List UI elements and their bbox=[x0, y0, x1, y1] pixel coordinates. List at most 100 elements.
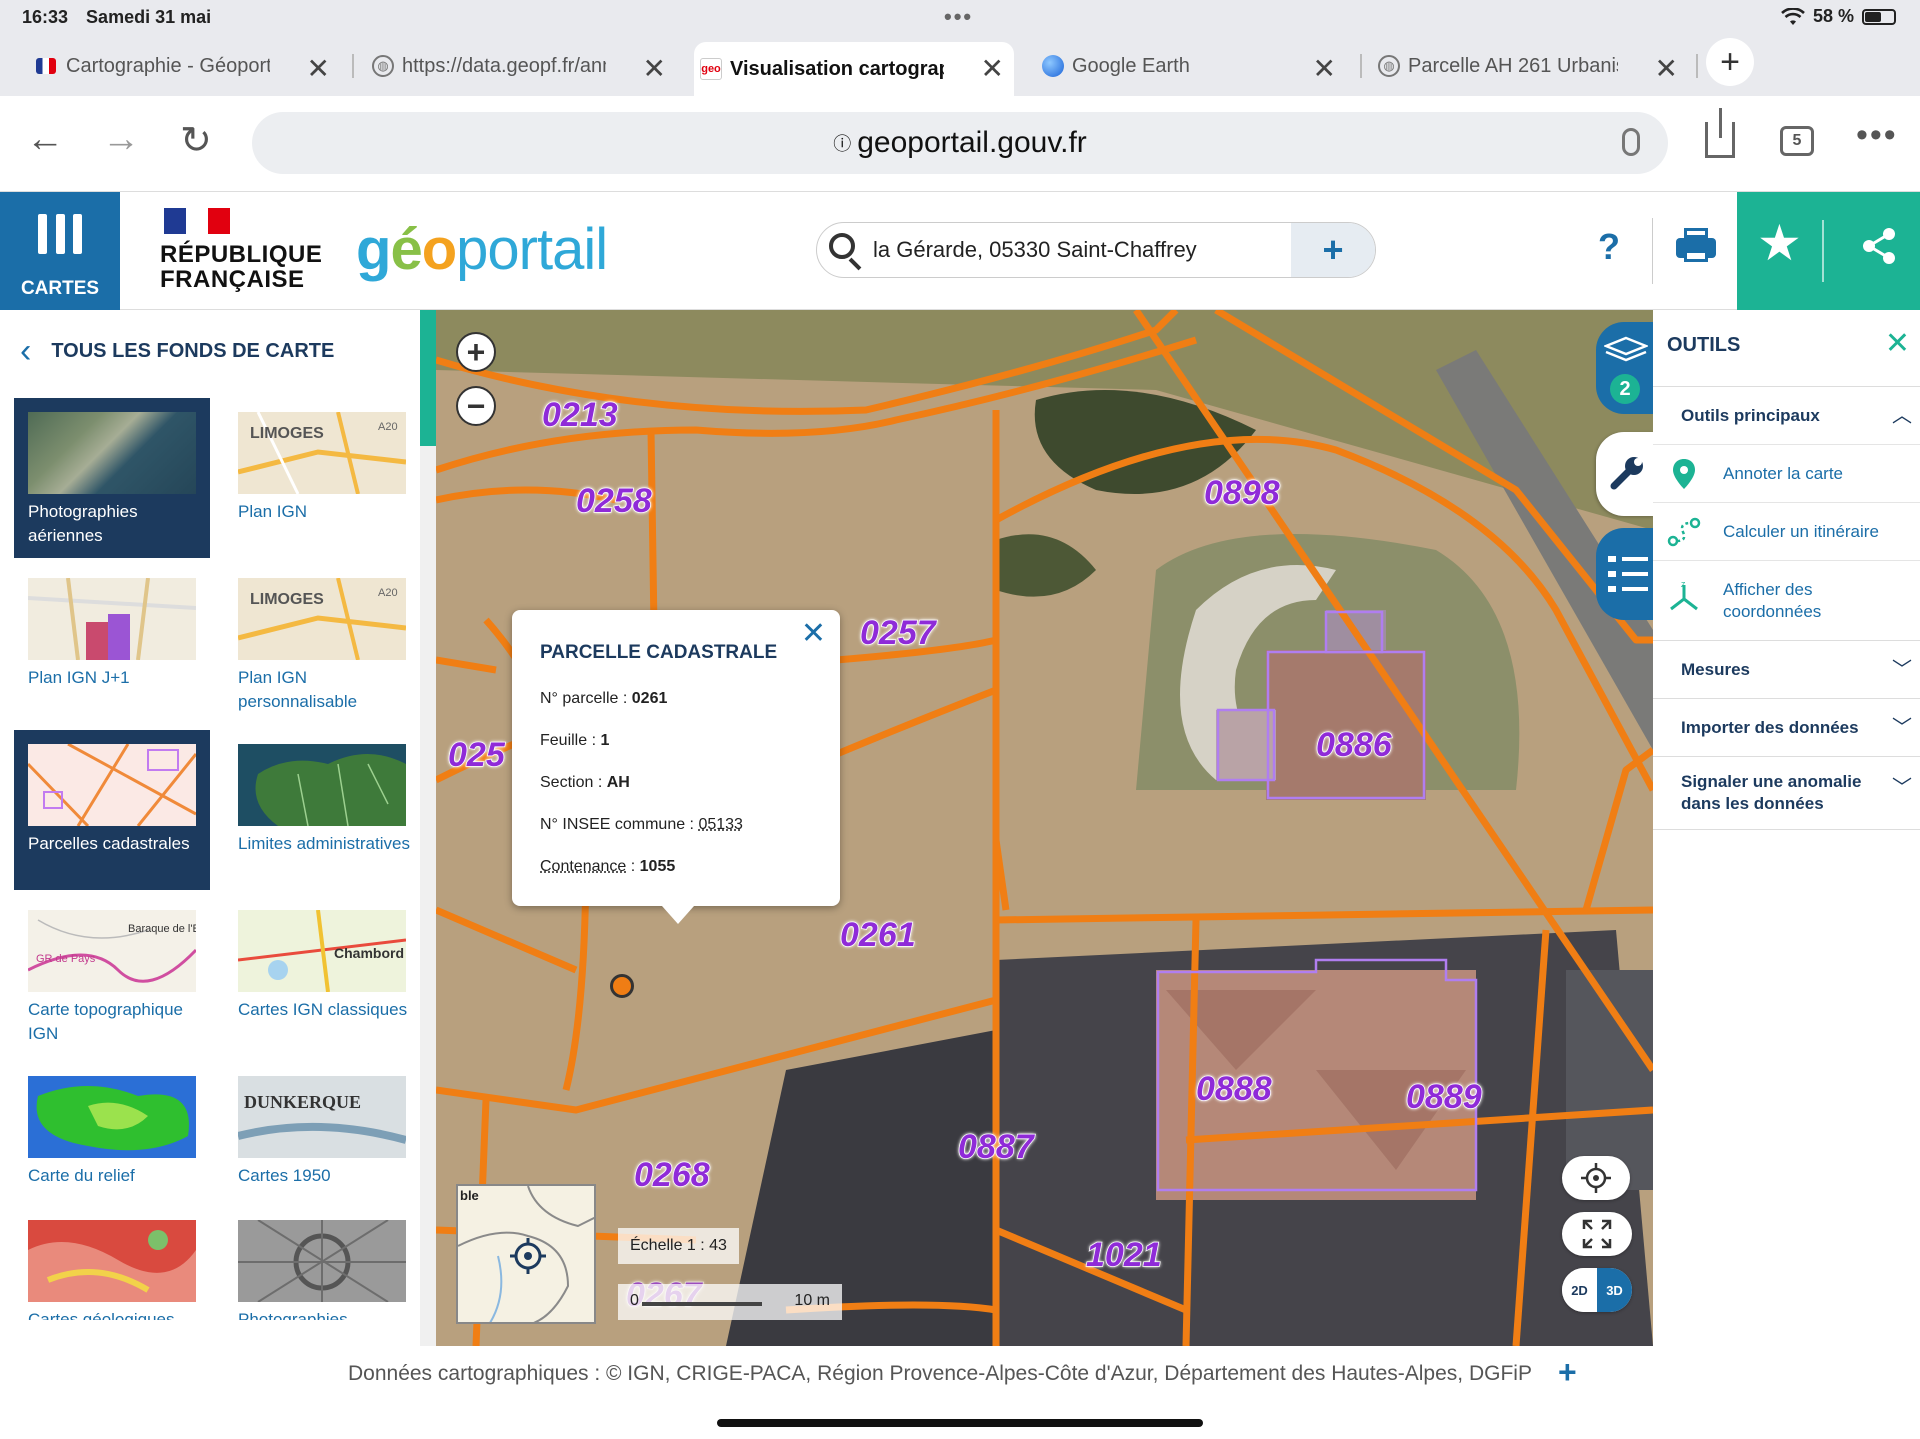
chevron-left-icon: ‹ bbox=[20, 332, 32, 370]
tools-tab[interactable] bbox=[1596, 432, 1654, 516]
parcel-label[interactable]: 0261 bbox=[839, 915, 916, 955]
basemap-tile-plan-ign[interactable]: LIMOGES A20 Plan IGN bbox=[224, 398, 420, 558]
forward-arrow-icon[interactable]: → bbox=[102, 118, 140, 161]
basemap-tile-photographies[interactable]: Photographies aériennes bbox=[14, 398, 210, 558]
section-mesures[interactable]: Mesures ﹀ bbox=[1653, 640, 1920, 698]
expand-icon bbox=[1582, 1219, 1612, 1249]
overview-minimap[interactable]: ble bbox=[456, 1184, 596, 1324]
print-icon[interactable] bbox=[1676, 228, 1716, 262]
tab-title: Google Earth bbox=[1072, 54, 1190, 77]
row-label: Feuille : bbox=[540, 732, 601, 749]
chevron-down-icon: ﹀ bbox=[1892, 717, 1912, 739]
expand-attribution-button[interactable]: + bbox=[1558, 1354, 1577, 1391]
site-info-icon[interactable]: ⓘ bbox=[833, 130, 851, 156]
section-importer-donnees[interactable]: Importer des données ﹀ bbox=[1653, 698, 1920, 756]
tool-label: Calculer un itinéraire bbox=[1723, 522, 1879, 541]
legend-tab[interactable] bbox=[1596, 528, 1654, 620]
basemap-tile-cartes-classiques[interactable]: Chambord Cartes IGN classiques bbox=[224, 896, 420, 1056]
tile-label: Carte topographique IGN bbox=[28, 1000, 184, 1043]
tab-cartographie[interactable]: Cartographie - Géoportail ✕ bbox=[30, 42, 340, 90]
tab-google-earth[interactable]: Google Earth ✕ bbox=[1036, 42, 1346, 90]
wrench-icon bbox=[1610, 457, 1643, 490]
parcel-label[interactable]: 0257 bbox=[859, 613, 936, 653]
basemap-tile-limites[interactable]: Limites administratives bbox=[224, 730, 420, 890]
new-tab-button[interactable]: + bbox=[1706, 38, 1754, 86]
reload-icon[interactable]: ↻ bbox=[180, 118, 212, 163]
multitasking-dots-icon[interactable]: ••• bbox=[944, 4, 973, 30]
maps-1950-thumbnail: DUNKERQUE bbox=[238, 1076, 406, 1158]
share-nodes-icon[interactable] bbox=[1859, 226, 1899, 266]
tab-data-geopf[interactable]: ◍ https://data.geopf.fr/annexes ✕ bbox=[366, 42, 676, 90]
section-signaler-anomalie[interactable]: Signaler une anomalie dans les données ﹀ bbox=[1653, 756, 1920, 830]
panel-scrollbar[interactable] bbox=[420, 310, 436, 1346]
help-button[interactable]: ? bbox=[1598, 226, 1620, 268]
tab-parcelle-ah-261[interactable]: ◍ Parcelle AH 261 Urbanisme ✕ bbox=[1372, 42, 1688, 90]
basemap-tile-plan-ign-j1[interactable]: Plan IGN J+1 bbox=[14, 564, 210, 724]
parcel-label[interactable]: 1021 bbox=[1085, 1235, 1162, 1275]
view-2d-3d-toggle[interactable]: 2D 3D bbox=[1562, 1268, 1632, 1312]
parcel-label[interactable]: 0889 bbox=[1405, 1077, 1482, 1117]
map-view[interactable]: 0213 0258 0898 0257 0886 025 0261 0888 0… bbox=[436, 310, 1653, 1346]
close-popup-icon[interactable]: ✕ bbox=[801, 616, 826, 651]
parcel-label[interactable]: 0258 bbox=[575, 481, 652, 521]
contenance-term[interactable]: Contenance bbox=[540, 858, 626, 875]
cartes-menu-button[interactable]: CARTES bbox=[0, 192, 120, 310]
basemap-tile-relief[interactable]: Carte du relief bbox=[14, 1062, 210, 1222]
section-label: Outils principaux bbox=[1681, 406, 1820, 425]
back-arrow-icon[interactable]: ← bbox=[26, 118, 64, 161]
star-icon[interactable]: ★ bbox=[1757, 214, 1802, 272]
parcel-label[interactable]: 0898 bbox=[1203, 473, 1280, 513]
thumb-text: Chambord bbox=[334, 945, 404, 961]
parcel-label[interactable]: 0213 bbox=[541, 395, 618, 435]
republique-line-2: FRANÇAISE bbox=[160, 266, 305, 293]
search-options-plus-button[interactable]: + bbox=[1291, 223, 1375, 277]
tab-visualisation[interactable]: geo Visualisation cartographique ✕ bbox=[694, 42, 1014, 96]
close-tab-icon[interactable]: ✕ bbox=[981, 52, 1004, 85]
home-indicator[interactable] bbox=[717, 1419, 1203, 1427]
scrollbar-thumb[interactable] bbox=[420, 310, 436, 446]
search-icon[interactable] bbox=[829, 233, 855, 259]
zoom-in-button[interactable]: + bbox=[456, 332, 496, 372]
geoportail-logo[interactable]: géoportail bbox=[356, 216, 608, 283]
cadastre-thumbnail bbox=[28, 744, 196, 826]
zoom-out-button[interactable]: − bbox=[456, 386, 496, 426]
map-point-marker[interactable] bbox=[610, 974, 634, 998]
basemap-tile-cartes-1950[interactable]: DUNKERQUE Cartes 1950 bbox=[224, 1062, 420, 1222]
plan-ign-j1-thumbnail bbox=[28, 578, 196, 660]
basemap-tile-topo[interactable]: Baraque de l'Estrade GR de Pays Carte top… bbox=[14, 896, 210, 1056]
address-bar[interactable]: ⓘ geoportail.gouv.fr bbox=[252, 112, 1668, 174]
microphone-icon[interactable] bbox=[1622, 128, 1640, 156]
parcel-label[interactable]: 0268 bbox=[633, 1155, 710, 1195]
tile-label: Parcelles cadastrales bbox=[28, 834, 190, 853]
geolocate-button[interactable] bbox=[1562, 1156, 1630, 1200]
share-icon[interactable] bbox=[1705, 108, 1735, 158]
thumb-text: A20 bbox=[378, 421, 398, 433]
tool-annoter-carte[interactable]: Annoter la carte bbox=[1653, 444, 1920, 502]
close-tab-icon[interactable]: ✕ bbox=[643, 52, 666, 85]
parcel-label[interactable]: 0886 bbox=[1315, 725, 1392, 765]
parcel-label[interactable]: 025 bbox=[447, 735, 505, 775]
fullscreen-button[interactable] bbox=[1562, 1212, 1632, 1256]
close-tab-icon[interactable]: ✕ bbox=[1655, 52, 1678, 85]
close-tab-icon[interactable]: ✕ bbox=[307, 52, 330, 85]
basemap-tile-plan-ign-perso[interactable]: LIMOGES A20 Plan IGN personnalisable bbox=[224, 564, 420, 724]
close-tools-icon[interactable]: ✕ bbox=[1885, 326, 1910, 361]
scale-bar: 0 10 m bbox=[618, 1284, 842, 1320]
more-menu-icon[interactable]: ••• bbox=[1856, 116, 1898, 155]
tool-label: Annoter la carte bbox=[1723, 464, 1844, 483]
insee-code-link[interactable]: 05133 bbox=[698, 816, 743, 833]
tool-afficher-coordonnees[interactable]: Z Afficher des coordonnées bbox=[1653, 560, 1920, 640]
basemap-tile-parcelles[interactable]: Parcelles cadastrales bbox=[14, 730, 210, 890]
close-tab-icon[interactable]: ✕ bbox=[1313, 52, 1336, 85]
geology-thumbnail bbox=[28, 1220, 196, 1302]
all-basemaps-back-link[interactable]: ‹ TOUS LES FONDS DE CARTE bbox=[20, 332, 334, 371]
tab-count-button[interactable]: 5 bbox=[1780, 126, 1814, 156]
section-outils-principaux[interactable]: Outils principaux ︿ bbox=[1653, 386, 1920, 444]
place-search-input[interactable] bbox=[873, 231, 1273, 269]
parcel-label[interactable]: 0888 bbox=[1195, 1069, 1272, 1109]
status-date: Samedi 31 mai bbox=[86, 6, 212, 27]
tool-calculer-itineraire[interactable]: Calculer un itinéraire bbox=[1653, 502, 1920, 560]
parcel-label[interactable]: 0887 bbox=[957, 1127, 1034, 1167]
layers-tab[interactable]: 2 bbox=[1596, 322, 1654, 414]
section-value: AH bbox=[606, 774, 630, 791]
